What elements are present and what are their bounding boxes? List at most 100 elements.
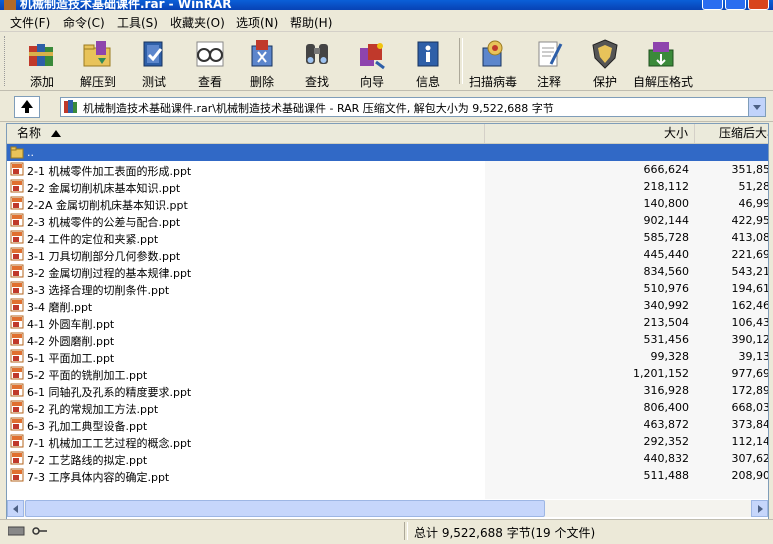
- virus-scan-icon: [482, 40, 503, 67]
- file-row[interactable]: 4-2 外圆磨削.ppt 531,456 390,126: [7, 331, 768, 348]
- info-button[interactable]: 信息: [400, 35, 456, 89]
- view-label: 查看: [197, 75, 222, 89]
- file-name: 6-2 孔的常规加工方法.ppt: [27, 403, 159, 416]
- winrar-app-icon[interactable]: [4, 0, 16, 10]
- file-row[interactable]: 5-1 平面加工.ppt 99,328 39,132: [7, 348, 768, 365]
- arrow-right-icon: [758, 505, 763, 513]
- file-packed-size: 351,858: [731, 163, 769, 176]
- add-button[interactable]: 添加: [14, 35, 70, 89]
- file-row[interactable]: 2-4 工件的定位和夹紧.ppt 585,728 413,089: [7, 229, 768, 246]
- menu-tools[interactable]: 工具(S): [117, 14, 158, 31]
- drive-key-icon[interactable]: [8, 525, 48, 537]
- view-button[interactable]: 查看: [182, 35, 238, 89]
- menu-help[interactable]: 帮助(H): [290, 14, 332, 31]
- virus-scan-button[interactable]: 扫描病毒: [465, 35, 521, 89]
- file-row[interactable]: 6-1 同轴孔及孔系的精度要求.ppt 316,928 172,890: [7, 382, 768, 399]
- menu-file[interactable]: 文件(F): [10, 14, 50, 31]
- test-label: 测试: [141, 75, 166, 89]
- toolbar-separator: [459, 38, 463, 84]
- file-row[interactable]: 3-3 选择合理的切削条件.ppt 510,976 194,617: [7, 280, 768, 297]
- column-size[interactable]: 大小: [485, 124, 695, 143]
- ppt-file-icon: [10, 434, 24, 448]
- close-button[interactable]: [748, 0, 769, 10]
- menu-commands[interactable]: 命令(C): [63, 14, 105, 31]
- file-rows: .. 2-1 机械零件加工表面的形成.ppt 666,624 351,858 2-2 金…: [7, 144, 768, 484]
- file-packed-size: 413,089: [731, 231, 769, 244]
- file-list[interactable]: 名称 大小 压缩后大小 .. 2-1 机械零件加工表面的形成.ppt 666,624…: [6, 123, 769, 520]
- virus-scan-label: 扫描病毒: [468, 75, 517, 89]
- file-row[interactable]: 3-4 磨削.ppt 340,992 162,462: [7, 297, 768, 314]
- column-name-label: 名称: [17, 126, 42, 140]
- info-label: 信息: [415, 75, 440, 89]
- file-size: 316,928: [643, 384, 690, 397]
- horizontal-scrollbar[interactable]: [7, 500, 768, 517]
- delete-button[interactable]: 删除: [234, 35, 290, 89]
- books-add-icon: [29, 44, 53, 66]
- file-row[interactable]: 6-3 孔加工典型设备.ppt 463,872 373,840: [7, 416, 768, 433]
- parent-folder-row[interactable]: ..: [7, 144, 768, 161]
- info-icon: [417, 41, 439, 67]
- title-bar[interactable]: 机械制造技术基础课件.rar - WinRAR: [0, 0, 773, 10]
- file-row[interactable]: 5-2 平面的铣削加工.ppt 1,201,152 977,690: [7, 365, 768, 382]
- file-row[interactable]: 3-1 刀具切削部分几何参数.ppt 445,440 221,698: [7, 246, 768, 263]
- binoculars-icon: [306, 44, 328, 64]
- file-name: 2-2A 金属切削机床基本知识.ppt: [27, 199, 188, 212]
- column-size-label: 大小: [663, 126, 688, 140]
- column-packed[interactable]: 压缩后大小: [695, 124, 768, 143]
- status-bar: 总计 9,522,688 字节(19 个文件): [0, 519, 773, 544]
- file-name: 3-1 刀具切削部分几何参数.ppt: [27, 250, 181, 263]
- extract-to-button[interactable]: 解压到: [70, 35, 126, 89]
- ppt-file-icon: [10, 179, 24, 193]
- column-header: 名称 大小 压缩后大小: [7, 124, 768, 144]
- address-field[interactable]: 机械制造技术基础课件.rar\机械制造技术基础课件 - RAR 压缩文件, 解包…: [60, 97, 766, 117]
- file-row[interactable]: 2-1 机械零件加工表面的形成.ppt 666,624 351,858: [7, 161, 768, 178]
- file-size: 510,976: [643, 282, 690, 295]
- file-size: 218,112: [643, 180, 690, 193]
- minimize-button[interactable]: [702, 0, 723, 10]
- file-row[interactable]: 7-3 工序具体内容的确定.ppt 511,488 208,900: [7, 467, 768, 484]
- up-one-level-button[interactable]: [14, 96, 40, 118]
- file-name: 2-4 工件的定位和夹紧.ppt: [27, 233, 159, 246]
- wizard-button[interactable]: 向导: [344, 35, 400, 89]
- ppt-file-icon: [10, 349, 24, 363]
- ppt-file-icon: [10, 366, 24, 380]
- file-row[interactable]: 6-2 孔的常规加工方法.ppt 806,400 668,032: [7, 399, 768, 416]
- file-packed-size: 172,890: [731, 384, 769, 397]
- file-row[interactable]: 7-2 工艺路线的拟定.ppt 440,832 307,624: [7, 450, 768, 467]
- ppt-file-icon: [10, 451, 24, 465]
- file-row[interactable]: 4-1 外圆车削.ppt 213,504 106,437: [7, 314, 768, 331]
- file-row[interactable]: 2-2A 金属切削机床基本知识.ppt 140,800 46,993: [7, 195, 768, 212]
- file-name: 5-1 平面加工.ppt: [27, 352, 115, 365]
- file-row[interactable]: 7-1 机械加工工艺过程的概念.ppt 292,352 112,141: [7, 433, 768, 450]
- comment-button[interactable]: 注释: [521, 35, 577, 89]
- address-dropdown-button[interactable]: [748, 98, 765, 116]
- scroll-right-button[interactable]: [751, 500, 768, 517]
- sfx-button[interactable]: 自解压格式: [633, 35, 693, 89]
- file-packed-size: 422,959: [731, 214, 769, 227]
- ppt-file-icon: [10, 230, 24, 244]
- file-size: 99,328: [650, 350, 690, 363]
- menu-favorites[interactable]: 收藏夹(O): [170, 14, 225, 31]
- file-row[interactable]: 2-2 金属切削机床基本知识.ppt 218,112 51,281: [7, 178, 768, 195]
- find-button[interactable]: 查找: [289, 35, 345, 89]
- scroll-thumb[interactable]: [25, 500, 545, 517]
- file-row[interactable]: 3-2 金属切削过程的基本规律.ppt 834,560 543,218: [7, 263, 768, 280]
- maximize-button[interactable]: [725, 0, 746, 10]
- test-button[interactable]: 测试: [126, 35, 182, 89]
- file-name: 2-1 机械零件加工表面的形成.ppt: [27, 165, 192, 178]
- column-name[interactable]: 名称: [7, 124, 485, 143]
- file-name: 7-1 机械加工工艺过程的概念.ppt: [27, 437, 192, 450]
- file-name: 2-2 金属切削机床基本知识.ppt: [27, 182, 181, 195]
- file-name: ..: [27, 146, 34, 159]
- file-row[interactable]: 2-3 机械零件的公差与配合.ppt 902,144 422,959: [7, 212, 768, 229]
- file-packed-size: 668,032: [731, 401, 769, 414]
- scroll-left-button[interactable]: [7, 500, 24, 517]
- file-packed-size: 162,462: [731, 299, 769, 312]
- menu-options[interactable]: 选项(N): [236, 14, 278, 31]
- file-size: 463,872: [643, 418, 690, 431]
- toolbar-grip[interactable]: [4, 36, 8, 86]
- ppt-file-icon: [10, 417, 24, 431]
- protect-button[interactable]: 保护: [577, 35, 633, 89]
- file-packed-size: 208,900: [731, 469, 769, 482]
- glasses-view-icon: [196, 41, 224, 67]
